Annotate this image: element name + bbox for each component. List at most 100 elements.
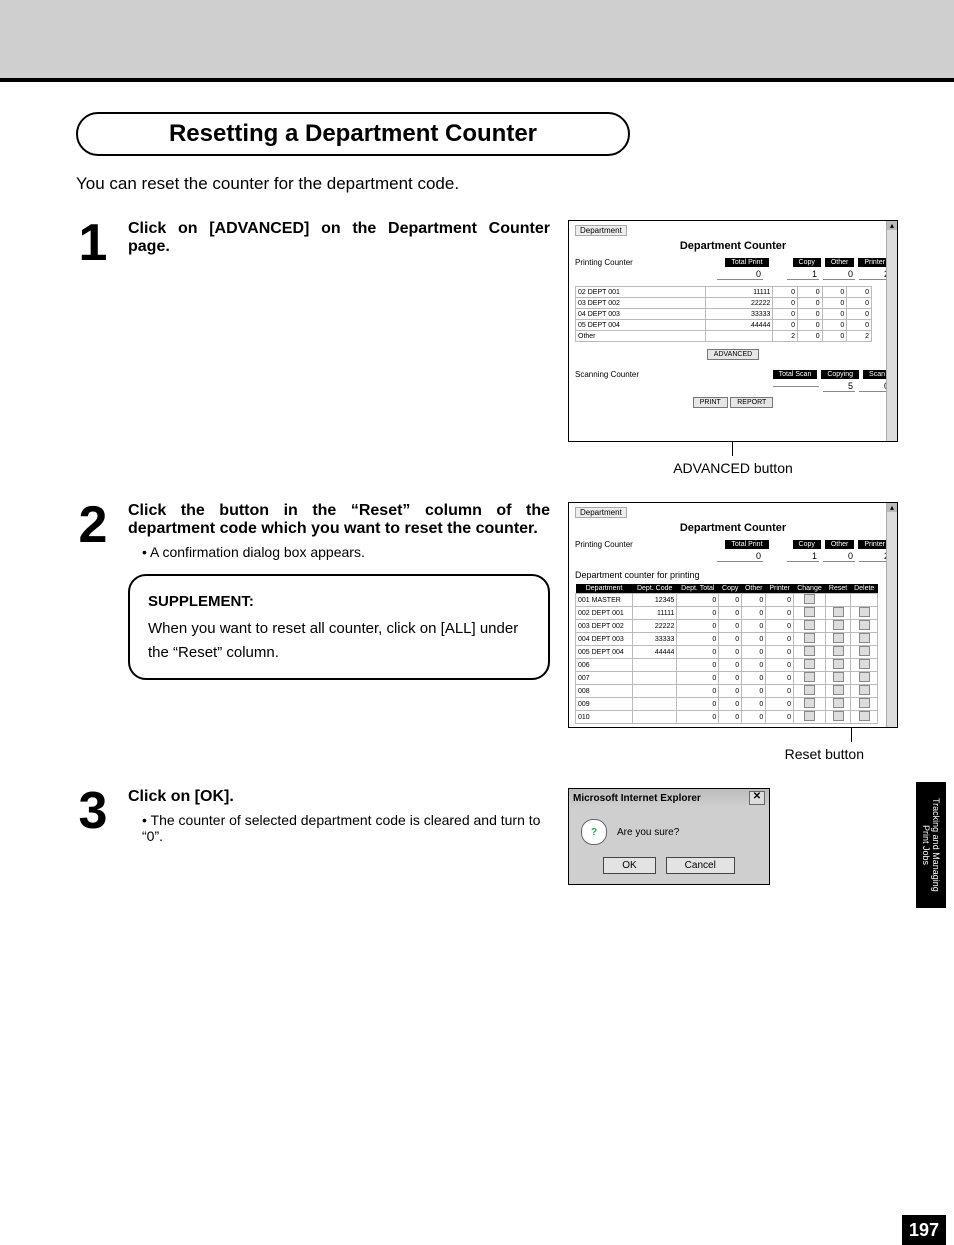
scanning-counter-label: Scanning Counter bbox=[575, 370, 639, 379]
col-header: Dept. Code bbox=[633, 584, 677, 594]
caption-reset: Reset button bbox=[568, 746, 898, 762]
val-other: 0 bbox=[823, 269, 855, 280]
table-row: 03 DEPT 002222220000 bbox=[576, 298, 872, 309]
cancel-button[interactable]: Cancel bbox=[666, 857, 735, 874]
report-button[interactable]: REPORT bbox=[730, 397, 773, 408]
delete-button[interactable] bbox=[859, 607, 870, 617]
delete-button[interactable] bbox=[859, 633, 870, 643]
page-number: 197 bbox=[902, 1215, 946, 1245]
col-total-print: Total Print bbox=[725, 258, 768, 267]
section-title: Resetting a Department Counter bbox=[118, 120, 588, 148]
delete-button[interactable] bbox=[859, 685, 870, 695]
printing-counter-label: Printing Counter bbox=[575, 540, 633, 549]
col-header: Department bbox=[576, 584, 633, 594]
step-number: 1 bbox=[76, 220, 110, 267]
delete-button[interactable] bbox=[859, 711, 870, 721]
confirm-dialog: Microsoft Internet Explorer ✕ ? Are you … bbox=[568, 788, 770, 885]
table-row: Other2002 bbox=[576, 331, 872, 342]
change-button[interactable] bbox=[804, 698, 815, 708]
table-row: 002 DEPT 001111110000 bbox=[576, 607, 878, 620]
table-row: 004 DEPT 003333330000 bbox=[576, 633, 878, 646]
tab-department[interactable]: Department bbox=[575, 225, 627, 236]
step-3: 3 Click on [OK]. The counter of selected… bbox=[76, 788, 898, 885]
col-total-scan: Total Scan bbox=[773, 370, 818, 379]
scrollbar[interactable] bbox=[886, 503, 897, 727]
step-bullet: The counter of selected department code … bbox=[142, 812, 550, 844]
delete-button[interactable] bbox=[859, 659, 870, 669]
change-button[interactable] bbox=[804, 594, 815, 604]
table-row: 0090000 bbox=[576, 698, 878, 711]
supplement-box: SUPPLEMENT: When you want to reset all c… bbox=[128, 574, 550, 680]
panel-title: Department Counter bbox=[575, 240, 891, 252]
dialog-message: Are you sure? bbox=[617, 827, 679, 838]
print-button[interactable]: PRINT bbox=[693, 397, 728, 408]
dept-detail-table: DepartmentDept. CodeDept. TotalCopyOther… bbox=[575, 584, 878, 724]
dept-rows-table: 02 DEPT 00111111000003 DEPT 002222220000… bbox=[575, 286, 872, 342]
question-icon: ? bbox=[581, 819, 607, 845]
close-icon[interactable]: ✕ bbox=[749, 791, 765, 805]
change-button[interactable] bbox=[804, 672, 815, 682]
delete-button[interactable] bbox=[859, 672, 870, 682]
col-header: Copy bbox=[719, 584, 742, 594]
reset-button[interactable] bbox=[833, 711, 844, 721]
table-row: 003 DEPT 002222220000 bbox=[576, 620, 878, 633]
tab-department[interactable]: Department bbox=[575, 507, 627, 518]
change-button[interactable] bbox=[804, 620, 815, 630]
caption-advanced: ADVANCED button bbox=[568, 460, 898, 476]
step-1: 1 Click on [ADVANCED] on the Department … bbox=[76, 220, 898, 476]
col-header: Printer bbox=[766, 584, 794, 594]
val-total-print: 0 bbox=[717, 269, 763, 280]
panel-title: Department Counter bbox=[575, 522, 891, 534]
reset-button[interactable] bbox=[833, 633, 844, 643]
col-other: Other bbox=[825, 258, 855, 267]
supplement-heading: SUPPLEMENT: bbox=[148, 590, 530, 613]
printing-counter-label: Printing Counter bbox=[575, 258, 633, 267]
chapter-side-tab: Tracking and Managing Print Jobs bbox=[916, 782, 946, 908]
change-button[interactable] bbox=[804, 711, 815, 721]
reset-button[interactable] bbox=[833, 620, 844, 630]
col-header: Delete bbox=[851, 584, 878, 594]
reset-button[interactable] bbox=[833, 672, 844, 682]
step-instruction: Click on [OK]. bbox=[128, 788, 550, 806]
change-button[interactable] bbox=[804, 607, 815, 617]
change-button[interactable] bbox=[804, 659, 815, 669]
callout-line bbox=[568, 728, 898, 742]
supplement-body: When you want to reset all counter, clic… bbox=[148, 617, 530, 664]
advanced-button[interactable]: ADVANCED bbox=[707, 349, 759, 360]
section-title-capsule: Resetting a Department Counter bbox=[76, 112, 630, 156]
val-copy: 1 bbox=[787, 269, 819, 280]
subhead: Department counter for printing bbox=[575, 570, 891, 580]
delete-button[interactable] bbox=[859, 698, 870, 708]
step-number: 2 bbox=[76, 502, 110, 549]
col-copy: Copy bbox=[793, 258, 821, 267]
reset-button[interactable] bbox=[833, 698, 844, 708]
col-header: Change bbox=[793, 584, 825, 594]
change-button[interactable] bbox=[804, 685, 815, 695]
change-button[interactable] bbox=[804, 633, 815, 643]
delete-button[interactable] bbox=[859, 646, 870, 656]
ok-button[interactable]: OK bbox=[603, 857, 655, 874]
reset-button[interactable] bbox=[833, 646, 844, 656]
table-row: 0100000 bbox=[576, 711, 878, 724]
header-band bbox=[0, 0, 954, 82]
callout-line bbox=[568, 442, 898, 456]
reset-button[interactable] bbox=[833, 685, 844, 695]
screenshot-dept-counter-advanced: Department Department Counter Printing C… bbox=[568, 502, 898, 728]
table-row: 02 DEPT 001111110000 bbox=[576, 287, 872, 298]
intro-text: You can reset the counter for the depart… bbox=[76, 174, 898, 194]
scrollbar[interactable] bbox=[886, 221, 897, 441]
reset-button[interactable] bbox=[833, 659, 844, 669]
step-instruction: Click on [ADVANCED] on the Department Co… bbox=[128, 220, 550, 256]
change-button[interactable] bbox=[804, 646, 815, 656]
screenshot-dept-counter: Department Department Counter Printing C… bbox=[568, 220, 898, 442]
col-copying: Copying bbox=[821, 370, 859, 379]
delete-button[interactable] bbox=[859, 620, 870, 630]
table-row: 001 MASTER123450000 bbox=[576, 594, 878, 607]
col-header: Other bbox=[742, 584, 766, 594]
col-header: Reset bbox=[826, 584, 851, 594]
dialog-title: Microsoft Internet Explorer bbox=[573, 793, 701, 804]
reset-button[interactable] bbox=[833, 607, 844, 617]
table-row: 04 DEPT 003333330000 bbox=[576, 309, 872, 320]
table-row: 05 DEPT 004444440000 bbox=[576, 320, 872, 331]
step-number: 3 bbox=[76, 788, 110, 835]
